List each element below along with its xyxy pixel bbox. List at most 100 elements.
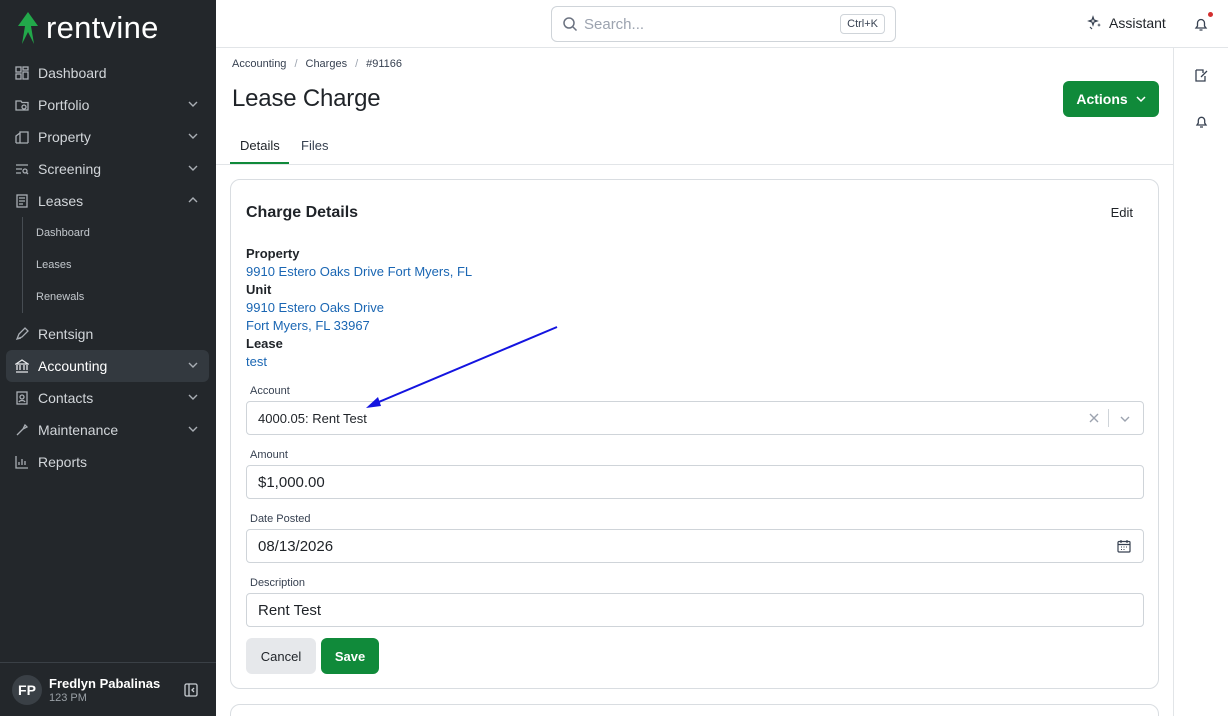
description-label: Description bbox=[250, 577, 306, 589]
sidebar-item-dashboard[interactable]: Dashboard bbox=[6, 57, 209, 89]
tabs: Details Files bbox=[216, 128, 1173, 165]
sidebar-item-label: Accounting bbox=[38, 358, 108, 374]
date-posted-label: Date Posted bbox=[250, 513, 311, 525]
tab-details[interactable]: Details bbox=[240, 138, 280, 153]
date-posted-value: 08/13/2026 bbox=[258, 537, 334, 555]
amount-value: $1,000.00 bbox=[258, 473, 325, 491]
sidebar-item-leases[interactable]: Leases bbox=[6, 185, 209, 217]
maintenance-icon bbox=[14, 422, 30, 438]
search-icon bbox=[563, 17, 578, 32]
property-link[interactable]: 9910 Estero Oaks Drive Fort Myers, FL bbox=[246, 264, 472, 279]
sidebar-item-portfolio[interactable]: Portfolio bbox=[6, 89, 209, 121]
subnav-item-leases[interactable]: Leases bbox=[23, 249, 209, 281]
sidebar-item-contacts[interactable]: Contacts bbox=[6, 382, 209, 414]
subnav-item-dashboard[interactable]: Dashboard bbox=[23, 217, 209, 249]
chevron-up-icon bbox=[188, 197, 198, 203]
sidebar-item-accounting[interactable]: Accounting bbox=[6, 350, 209, 382]
reports-icon bbox=[14, 454, 30, 470]
search-input[interactable]: Search... Ctrl+K bbox=[551, 6, 896, 42]
charge-details-card: Charge Details Edit Property 9910 Estero… bbox=[230, 179, 1159, 689]
actions-button[interactable]: Actions bbox=[1063, 81, 1159, 117]
lease-link[interactable]: test bbox=[246, 354, 267, 369]
sidebar-item-screening[interactable]: Screening bbox=[6, 153, 209, 185]
leases-icon bbox=[14, 193, 30, 209]
save-button[interactable]: Save bbox=[321, 638, 379, 674]
page-title: Lease Charge bbox=[232, 85, 381, 112]
brand-name: rentvine bbox=[46, 10, 159, 45]
notification-dot bbox=[1208, 12, 1213, 17]
chevron-down-icon bbox=[188, 394, 198, 400]
sidebar-item-label: Maintenance bbox=[38, 422, 119, 438]
description-value: Rent Test bbox=[258, 601, 322, 619]
account-select[interactable]: 4000.05: Rent Test bbox=[246, 401, 1144, 435]
sidebar-item-label: Screening bbox=[38, 161, 102, 177]
notes-edit-icon[interactable] bbox=[1194, 68, 1209, 83]
avatar: FP bbox=[12, 674, 42, 705]
breadcrumb: Accounting / Charges / #91166 bbox=[232, 58, 402, 70]
sidebar-item-label: Dashboard bbox=[38, 65, 107, 81]
user-profile[interactable]: FP Fredlyn Pabalinas 123 PM bbox=[0, 662, 216, 716]
lease-label: Lease bbox=[246, 336, 283, 351]
sidebar: rentvine Dashboard Portfolio Property Sc… bbox=[0, 0, 216, 716]
sidebar-nav: Dashboard Portfolio Property Screening L… bbox=[6, 57, 209, 478]
sidebar-item-property[interactable]: Property bbox=[6, 121, 209, 153]
contacts-icon bbox=[14, 390, 30, 406]
chevron-down-icon bbox=[188, 101, 198, 107]
account-label: Account bbox=[250, 385, 290, 397]
cancel-button[interactable]: Cancel bbox=[246, 638, 316, 674]
sidebar-item-rentsign[interactable]: Rentsign bbox=[6, 318, 209, 350]
property-icon bbox=[14, 129, 30, 145]
search-placeholder: Search... bbox=[584, 15, 645, 33]
chevron-down-icon bbox=[188, 133, 198, 139]
sidebar-item-label: Property bbox=[38, 129, 91, 145]
sidebar-item-reports[interactable]: Reports bbox=[6, 446, 209, 478]
breadcrumb-separator: / bbox=[294, 58, 298, 70]
date-posted-input[interactable]: 08/13/2026 bbox=[246, 529, 1144, 563]
sidebar-item-label: Leases bbox=[38, 193, 84, 209]
sidebar-item-maintenance[interactable]: Maintenance bbox=[6, 414, 209, 446]
portfolio-icon bbox=[14, 97, 30, 113]
collapse-sidebar-icon[interactable] bbox=[184, 683, 198, 697]
sidebar-item-label: Rentsign bbox=[38, 326, 94, 342]
amount-label: Amount bbox=[250, 449, 288, 461]
screening-icon bbox=[14, 161, 30, 177]
breadcrumb-separator: / bbox=[355, 58, 359, 70]
description-input[interactable]: Rent Test bbox=[246, 593, 1144, 627]
tab-files[interactable]: Files bbox=[301, 138, 328, 153]
user-subtitle: 123 PM bbox=[49, 691, 87, 704]
chevron-down-icon bbox=[188, 165, 198, 171]
sparkle-icon bbox=[1087, 15, 1101, 30]
card-title: Charge Details bbox=[246, 204, 359, 221]
breadcrumb-accounting[interactable]: Accounting bbox=[232, 58, 286, 70]
assistant-button[interactable]: Assistant bbox=[1087, 15, 1166, 31]
right-rail bbox=[1173, 48, 1228, 716]
edit-button[interactable]: Edit bbox=[1111, 205, 1133, 220]
unit-link-line1[interactable]: 9910 Estero Oaks Drive bbox=[246, 300, 384, 315]
sidebar-item-label: Reports bbox=[38, 454, 88, 470]
calendar-icon[interactable] bbox=[1117, 539, 1131, 553]
leases-subnav: Dashboard Leases Renewals bbox=[22, 217, 209, 313]
chevron-down-icon bbox=[1136, 96, 1146, 103]
user-name: Fredlyn Pabalinas bbox=[49, 675, 161, 691]
actions-label: Actions bbox=[1076, 91, 1128, 107]
top-bar: Search... Ctrl+K Assistant bbox=[216, 0, 1228, 48]
rentvine-logo-mark bbox=[18, 12, 38, 44]
user-info: Fredlyn Pabalinas 123 PM bbox=[49, 676, 160, 704]
chevron-down-icon[interactable] bbox=[1119, 413, 1131, 425]
subnav-item-renewals[interactable]: Renewals bbox=[23, 281, 209, 313]
dashboard-icon bbox=[14, 65, 30, 81]
active-tab-indicator bbox=[230, 162, 289, 164]
search-shortcut: Ctrl+K bbox=[840, 14, 885, 34]
amount-input[interactable]: $1,000.00 bbox=[246, 465, 1144, 499]
clear-icon[interactable] bbox=[1088, 412, 1100, 424]
rentvine-logo[interactable]: rentvine bbox=[16, 10, 159, 45]
unit-label: Unit bbox=[246, 282, 272, 297]
bell-icon[interactable] bbox=[1194, 114, 1209, 129]
unit-link-line2[interactable]: Fort Myers, FL 33967 bbox=[246, 318, 370, 333]
assistant-label: Assistant bbox=[1109, 15, 1166, 31]
chevron-down-icon bbox=[188, 362, 198, 368]
notifications-bell-icon[interactable] bbox=[1193, 16, 1209, 32]
next-card bbox=[230, 704, 1159, 716]
breadcrumb-charges[interactable]: Charges bbox=[306, 58, 348, 70]
select-divider bbox=[1108, 409, 1109, 427]
